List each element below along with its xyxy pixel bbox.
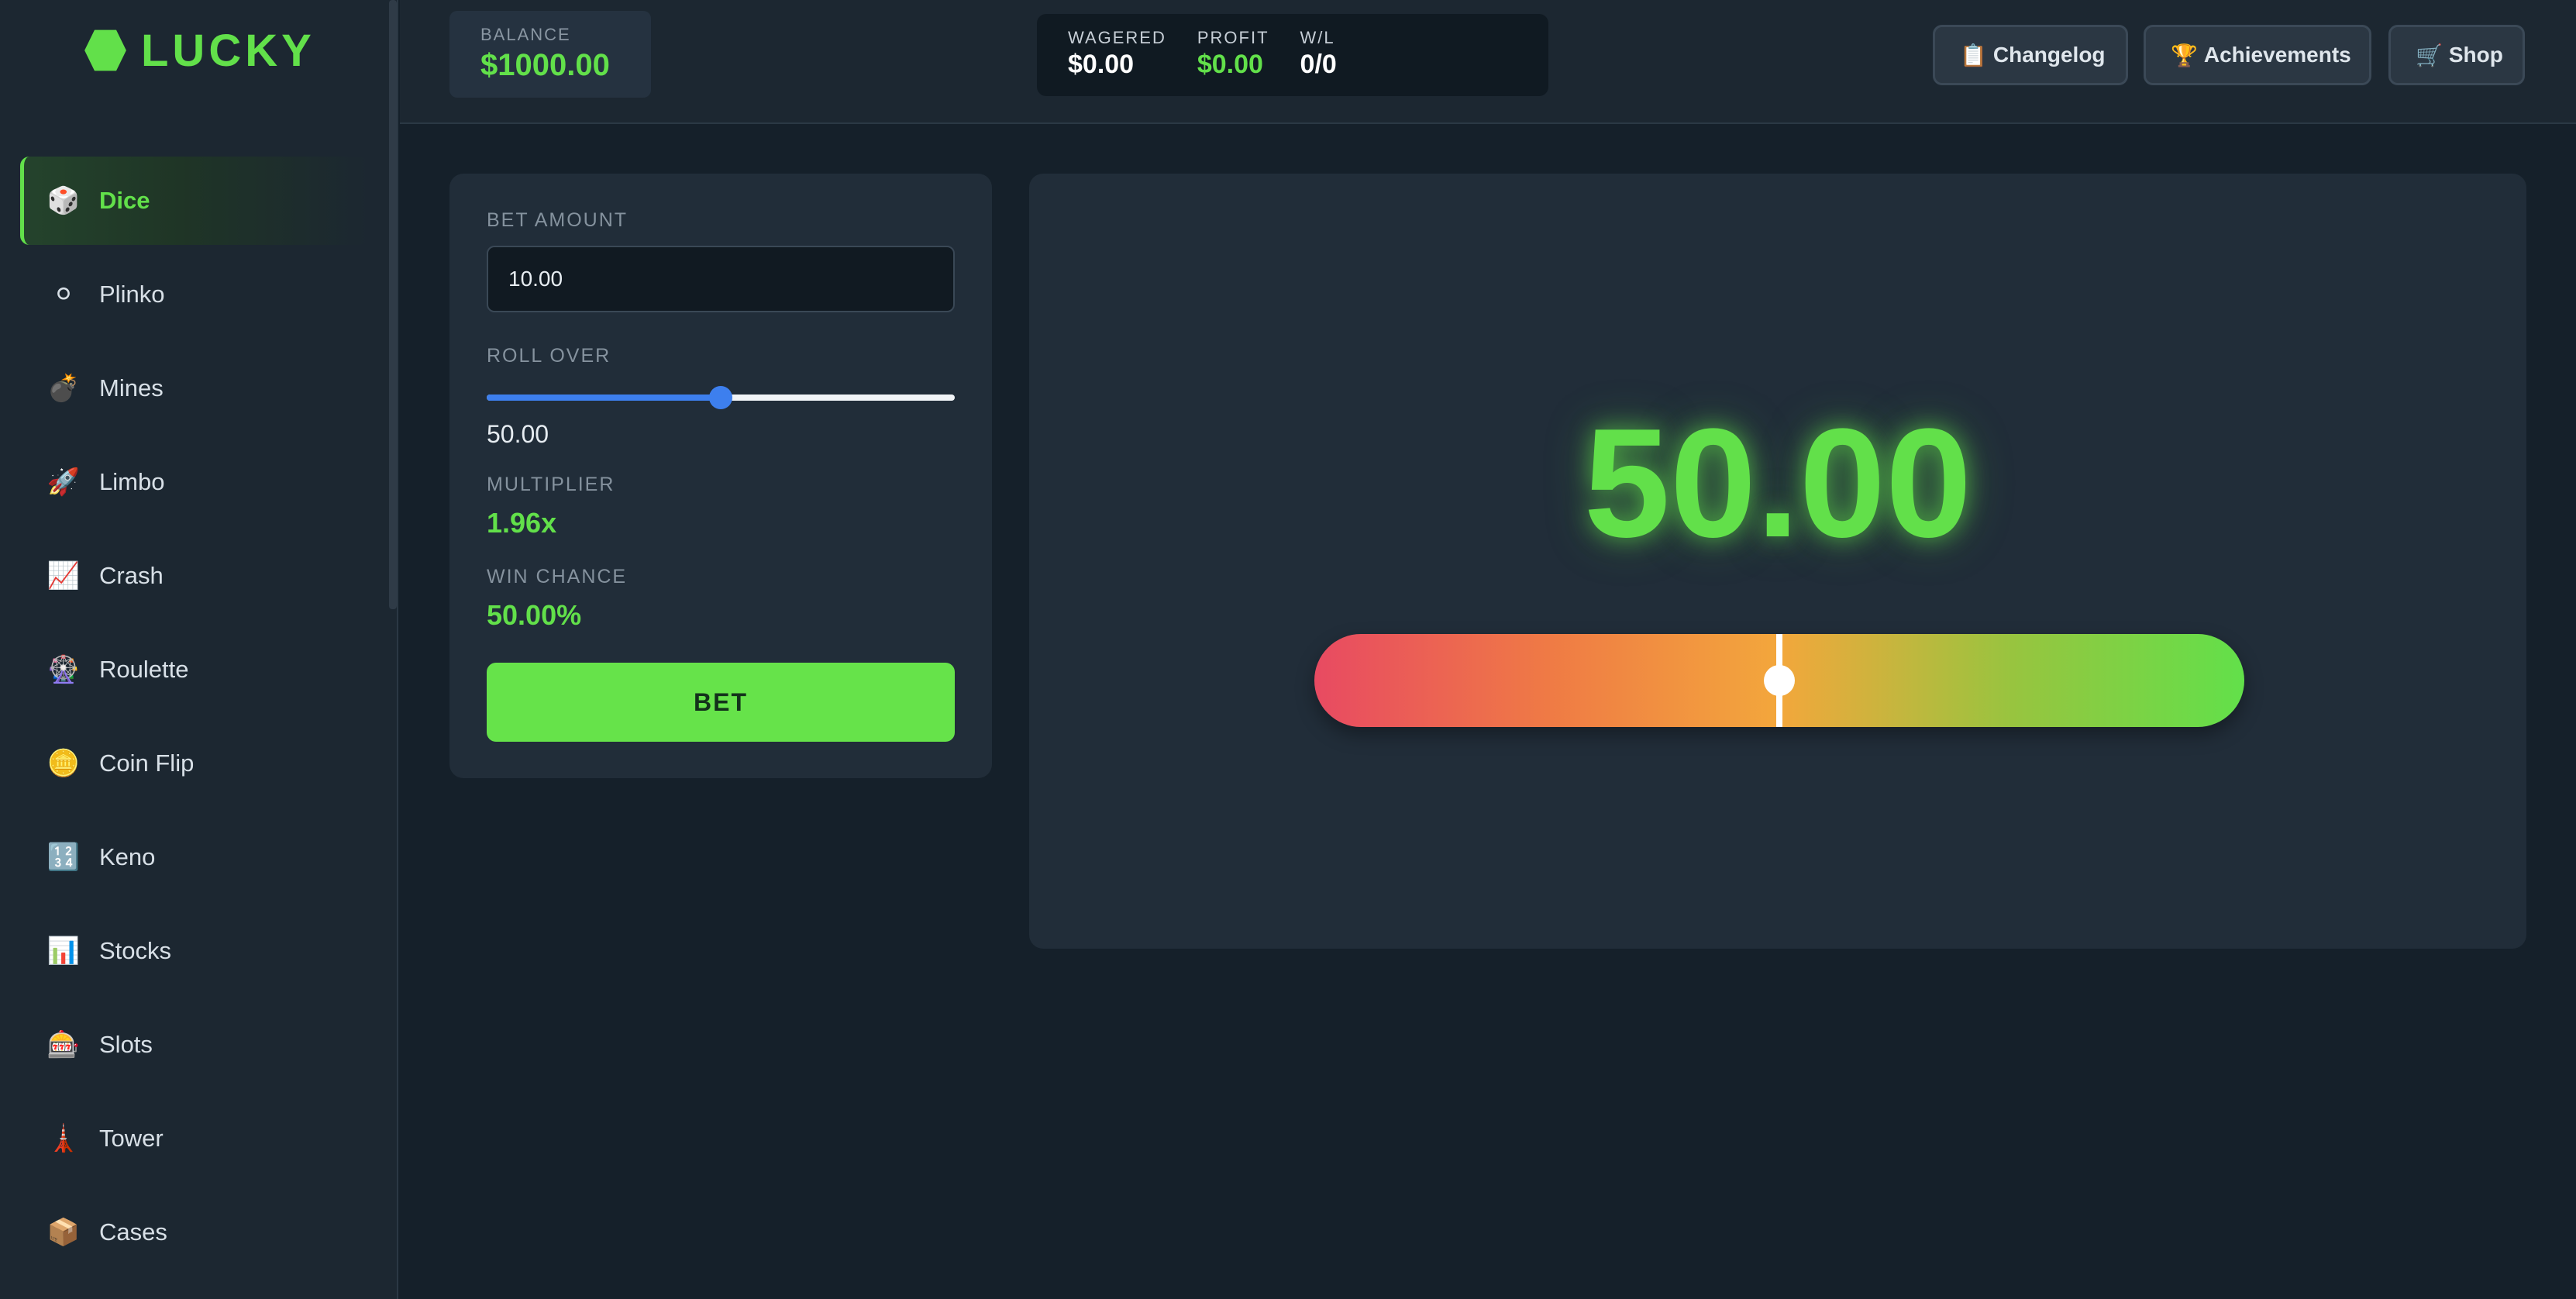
package-icon: 📦 xyxy=(46,1217,81,1248)
sidebar-item-label: Crash xyxy=(99,562,164,589)
sidebar-item-crash[interactable]: 📈 Crash xyxy=(20,532,369,620)
slider-thumb[interactable] xyxy=(709,386,732,409)
stat-profit-label: PROFIT xyxy=(1197,28,1269,47)
changelog-label: Changelog xyxy=(1992,43,2106,67)
stat-wagered-label: WAGERED xyxy=(1068,28,1166,47)
logo-text: LUCKY xyxy=(141,25,315,76)
result-marker-dot xyxy=(1764,665,1795,696)
result-bar xyxy=(1314,634,2244,727)
shop-label: Shop xyxy=(2448,43,2503,67)
sidebar-item-limbo[interactable]: 🚀 Limbo xyxy=(20,438,369,526)
dice-icon: 🎲 xyxy=(46,185,81,216)
sidebar-item-roulette[interactable]: 🎡 Roulette xyxy=(20,625,369,714)
multiplier-value: 1.96x xyxy=(487,507,557,539)
ferris-wheel-icon: 🎡 xyxy=(46,654,81,685)
win-chance-value: 50.00% xyxy=(487,599,582,631)
sidebar-item-mines[interactable]: 💣 Mines xyxy=(20,344,369,432)
sidebar-item-coin-flip[interactable]: 🪙 Coin Flip xyxy=(20,719,369,808)
sidebar-item-label: Plinko xyxy=(99,281,165,308)
clipboard-icon: 📋 xyxy=(1960,42,1987,68)
sidebar-item-label: Mines xyxy=(99,374,164,401)
stat-profit: PROFIT $0.00 xyxy=(1197,28,1269,96)
roll-over-slider[interactable] xyxy=(487,386,955,409)
roll-over-label: ROLL OVER xyxy=(487,345,611,367)
sidebar-item-slots[interactable]: 🎰 Slots xyxy=(20,1001,369,1089)
top-header: BALANCE $1000.00 WAGERED $0.00 PROFIT $0… xyxy=(400,0,2576,124)
game-nav: 🎲 Dice ⚪ Plinko 💣 Mines 🚀 Limbo 📈 Crash 🎡 Roulette 🪙… xyxy=(20,157,369,1282)
sidebar-item-keno[interactable]: 🔢 Keno xyxy=(20,813,369,901)
sidebar-scrollbar[interactable] xyxy=(389,0,397,609)
bomb-icon: 💣 xyxy=(46,373,81,404)
sidebar-item-label: Stocks xyxy=(99,937,172,964)
sidebar-item-tower[interactable]: 🗼 Tower xyxy=(20,1094,369,1183)
changelog-button[interactable]: 📋 Changelog xyxy=(1933,25,2128,85)
chart-up-icon: 📈 xyxy=(46,560,81,591)
bet-button[interactable]: BET xyxy=(487,663,955,742)
sidebar-item-label: Coin Flip xyxy=(99,749,195,777)
stat-wagered-value: $0.00 xyxy=(1068,50,1135,79)
sidebar-item-label: Slots xyxy=(99,1031,153,1058)
balance-value: $1000.00 xyxy=(480,48,610,82)
sidebar-item-label: Tower xyxy=(99,1125,164,1152)
sidebar-item-label: Roulette xyxy=(99,656,189,683)
achievements-label: Achievements xyxy=(2203,43,2351,67)
sidebar-item-label: Dice xyxy=(99,187,150,214)
stat-wl: W/L 0/0 xyxy=(1300,28,1337,96)
sidebar-item-label: Cases xyxy=(99,1218,167,1246)
balance-label: BALANCE xyxy=(480,25,571,44)
sidebar-item-plinko[interactable]: ⚪ Plinko xyxy=(20,250,369,339)
bet-panel: BET AMOUNT 10.00 ROLL OVER 50.00 MULTIPL… xyxy=(449,174,992,778)
stat-profit-value: $0.00 xyxy=(1197,50,1263,79)
coin-icon: 🪙 xyxy=(46,748,81,779)
bet-amount-input[interactable]: 10.00 xyxy=(487,246,955,312)
numbers-icon: 🔢 xyxy=(46,842,81,873)
app-root: LUCKY 🎲 Dice ⚪ Plinko 💣 Mines 🚀 Limbo 📈 Crash 🎡 Rou… xyxy=(0,0,2576,1299)
stat-wagered: WAGERED $0.00 xyxy=(1068,28,1166,96)
sidebar-item-dice[interactable]: 🎲 Dice xyxy=(20,157,369,245)
logo[interactable]: LUCKY xyxy=(84,23,315,78)
shop-button[interactable]: 🛒 Shop xyxy=(2388,25,2525,85)
hexagon-logo-icon xyxy=(84,29,126,71)
win-chance-label: WIN CHANCE xyxy=(487,566,628,587)
balance-display: BALANCE $1000.00 xyxy=(449,11,651,98)
rocket-icon: 🚀 xyxy=(46,467,81,498)
sidebar-item-cases[interactable]: 📦 Cases xyxy=(20,1188,369,1277)
trophy-icon: 🏆 xyxy=(2171,42,2198,68)
achievements-button[interactable]: 🏆 Achievements xyxy=(2144,25,2371,85)
sidebar: LUCKY 🎲 Dice ⚪ Plinko 💣 Mines 🚀 Limbo 📈 Crash 🎡 Rou… xyxy=(0,0,398,1299)
bet-amount-label: BET AMOUNT xyxy=(487,209,629,231)
roll-over-value: 50.00 xyxy=(487,420,549,448)
sidebar-item-label: Keno xyxy=(99,843,156,870)
sidebar-item-stocks[interactable]: 📊 Stocks xyxy=(20,907,369,995)
plinko-ball-icon: ⚪ xyxy=(52,279,75,310)
session-stats: WAGERED $0.00 PROFIT $0.00 W/L 0/0 xyxy=(1037,14,1548,96)
bar-chart-icon: 📊 xyxy=(46,935,81,966)
slot-machine-icon: 🎰 xyxy=(46,1029,81,1060)
dice-game-area: 50.00 xyxy=(1029,174,2526,949)
cart-icon: 🛒 xyxy=(2416,42,2443,68)
sidebar-item-label: Limbo xyxy=(99,468,165,495)
tower-icon: 🗼 xyxy=(46,1123,81,1154)
slider-fill xyxy=(487,395,721,401)
stat-wl-value: 0/0 xyxy=(1300,50,1337,79)
stat-wl-label: W/L xyxy=(1300,28,1335,47)
multiplier-label: MULTIPLIER xyxy=(487,474,615,495)
roll-result: 50.00 xyxy=(1583,397,1972,570)
